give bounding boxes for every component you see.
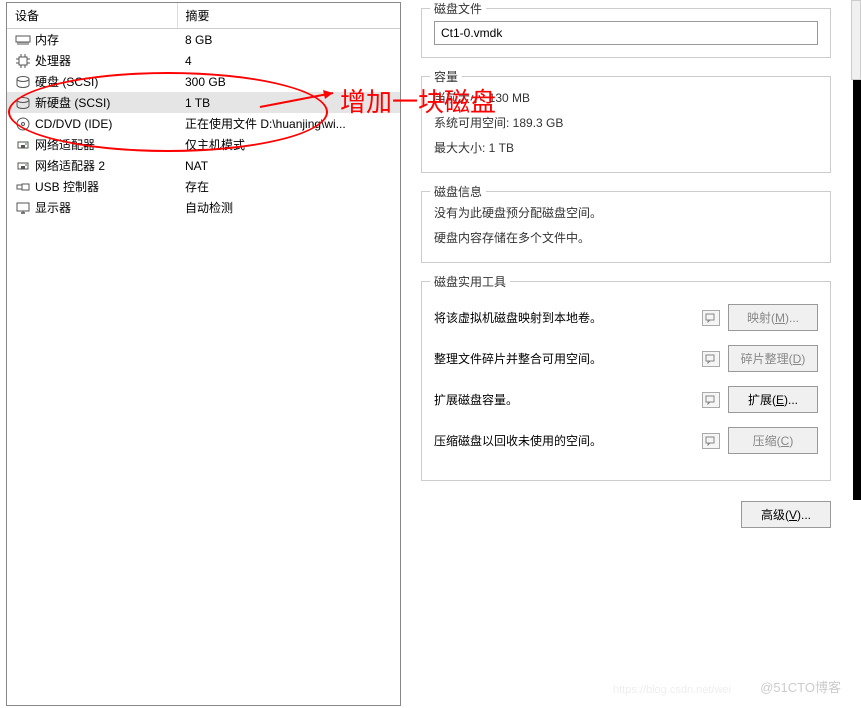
table-row[interactable]: CD/DVD (IDE) 正在使用文件 D:\huanjing\wi... (7, 113, 400, 134)
disk-icon (15, 75, 31, 89)
device-summary: 自动检测 (177, 197, 400, 218)
capacity-title: 容量 (430, 68, 462, 85)
device-name: USB 控制器 (35, 178, 99, 195)
table-row[interactable]: USB 控制器 存在 (7, 176, 400, 197)
capacity-group: 容量 当前大小: 130 MB 系统可用空间: 189.3 GB 最大大小: 1… (421, 76, 831, 173)
help-icon[interactable] (702, 310, 720, 326)
utility-button[interactable]: 扩展(E)... (728, 386, 818, 413)
free-space-label: 系统可用空间: 189.3 GB (434, 110, 818, 135)
device-name: 显示器 (35, 199, 71, 216)
disk-utilities-group: 磁盘实用工具 将该虚拟机磁盘映射到本地卷。映射(M)...整理文件碎片并整合可用… (421, 281, 831, 481)
watermark-csdn: https://blog.csdn.net/wei (613, 684, 731, 696)
window-edge-top (851, 0, 861, 80)
help-icon[interactable] (702, 351, 720, 367)
device-name: 网络适配器 2 (35, 157, 105, 174)
table-row[interactable]: 新硬盘 (SCSI) 1 TB (7, 92, 400, 113)
usb-icon (15, 180, 31, 194)
utility-text: 将该虚拟机磁盘映射到本地卷。 (434, 309, 694, 326)
device-summary: 仅主机模式 (177, 134, 400, 155)
disk-info-title: 磁盘信息 (430, 183, 486, 200)
utility-row: 将该虚拟机磁盘映射到本地卷。 映射(M)... (434, 304, 818, 331)
watermark-51cto: @51CTO博客 (760, 677, 841, 696)
disk-info-group: 磁盘信息 没有为此硬盘预分配磁盘空间。 硬盘内容存储在多个文件中。 (421, 191, 831, 263)
utility-text: 整理文件碎片并整合可用空间。 (434, 350, 694, 367)
advanced-button[interactable]: 高级(V)... (741, 501, 831, 528)
col-device[interactable]: 设备 (7, 3, 177, 29)
help-icon[interactable] (702, 392, 720, 408)
disk-file-group: 磁盘文件 (421, 8, 831, 58)
utility-text: 压缩磁盘以回收未使用的空间。 (434, 432, 694, 449)
settings-panel: 磁盘文件 容量 当前大小: 130 MB 系统可用空间: 189.3 GB 最大… (401, 0, 861, 708)
disk-file-title: 磁盘文件 (430, 0, 486, 17)
cd-icon (15, 117, 31, 131)
disk-icon (15, 96, 31, 110)
device-name: CD/DVD (IDE) (35, 117, 112, 131)
device-name: 硬盘 (SCSI) (35, 73, 98, 90)
col-summary[interactable]: 摘要 (177, 3, 400, 29)
device-summary: NAT (177, 155, 400, 176)
net-icon (15, 138, 31, 152)
utility-button[interactable]: 压缩(C) (728, 427, 818, 454)
window-edge-black (853, 80, 861, 500)
device-summary: 8 GB (177, 29, 400, 51)
device-name: 新硬盘 (SCSI) (35, 94, 110, 111)
device-summary: 正在使用文件 D:\huanjing\wi... (177, 113, 400, 134)
device-table: 设备 摘要 内存8 GB处理器4硬盘 (SCSI)300 GB新硬盘 (SCSI… (7, 3, 400, 218)
device-summary: 4 (177, 50, 400, 71)
table-row[interactable]: 内存 8 GB (7, 29, 400, 51)
net-icon (15, 159, 31, 173)
display-icon (15, 201, 31, 215)
disk-info-line2: 硬盘内容存储在多个文件中。 (434, 225, 818, 250)
utilities-title: 磁盘实用工具 (430, 273, 510, 290)
max-size-label: 最大大小: 1 TB (434, 135, 818, 160)
device-summary: 存在 (177, 176, 400, 197)
disk-info-line1: 没有为此硬盘预分配磁盘空间。 (434, 200, 818, 225)
table-row[interactable]: 处理器 4 (7, 50, 400, 71)
utility-button[interactable]: 映射(M)... (728, 304, 818, 331)
memory-icon (15, 33, 31, 47)
device-name: 网络适配器 (35, 136, 95, 153)
device-summary: 300 GB (177, 71, 400, 92)
help-icon[interactable] (702, 433, 720, 449)
utility-button[interactable]: 碎片整理(D) (728, 345, 818, 372)
cpu-icon (15, 54, 31, 68)
table-row[interactable]: 显示器 自动检测 (7, 197, 400, 218)
device-summary: 1 TB (177, 92, 400, 113)
table-row[interactable]: 网络适配器 仅主机模式 (7, 134, 400, 155)
table-row[interactable]: 硬盘 (SCSI) 300 GB (7, 71, 400, 92)
current-size-label: 当前大小: 130 MB (434, 85, 818, 110)
utility-row: 压缩磁盘以回收未使用的空间。 压缩(C) (434, 427, 818, 454)
table-row[interactable]: 网络适配器 2 NAT (7, 155, 400, 176)
utility-row: 整理文件碎片并整合可用空间。 碎片整理(D) (434, 345, 818, 372)
utility-text: 扩展磁盘容量。 (434, 391, 694, 408)
utility-row: 扩展磁盘容量。 扩展(E)... (434, 386, 818, 413)
device-name: 内存 (35, 31, 59, 48)
disk-file-input[interactable] (434, 21, 818, 45)
device-name: 处理器 (35, 52, 71, 69)
device-list-panel: 设备 摘要 内存8 GB处理器4硬盘 (SCSI)300 GB新硬盘 (SCSI… (6, 2, 401, 706)
